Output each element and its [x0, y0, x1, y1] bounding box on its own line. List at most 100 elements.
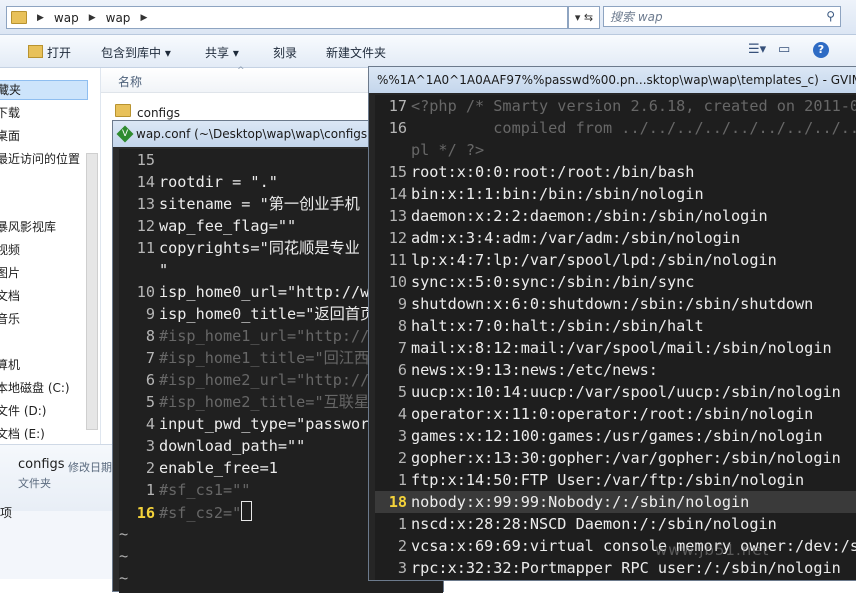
line-text: sitename = "第一创业手机: [159, 195, 360, 213]
open-button[interactable]: 打开: [28, 44, 71, 61]
code-line[interactable]: 5 uucp:x:10:14:uucp:/var/spool/uucp:/sbin…: [375, 381, 856, 403]
code-line[interactable]: 8 halt:x:7:0:halt:/sbin:/sbin/halt: [375, 315, 856, 337]
include-in-library-button[interactable]: 包含到库中 ▾: [101, 44, 171, 61]
code-line[interactable]: 9 shutdown:x:6:0:shutdown:/sbin:/sbin/shu…: [375, 293, 856, 315]
help-icon: ?: [813, 42, 829, 58]
line-number: 12: [388, 229, 407, 247]
code-line[interactable]: 16 compiled from ../../../../../../../..…: [375, 117, 856, 139]
chevron-right-icon[interactable]: ▶: [140, 13, 147, 23]
code-line[interactable]: 14 bin:x:1:1:bin:/bin:/sbin/nologin: [375, 183, 856, 205]
nav-item-drive-e[interactable]: 文档 (E:): [0, 425, 45, 442]
code-line[interactable]: 7 mail:x:8:12:mail:/var/spool/mail:/sbin/…: [375, 337, 856, 359]
line-number: 16: [388, 119, 407, 137]
view-options-icon[interactable]: ☰▾: [748, 42, 766, 57]
code-line[interactable]: 18 nobody:x:99:99:Nobody:/:/sbin/nologin: [375, 491, 856, 513]
nav-scrollbar[interactable]: [86, 153, 98, 430]
column-header-name[interactable]: 名称 ^: [101, 66, 371, 93]
line-number: 1: [145, 481, 155, 499]
nav-item-documents[interactable]: 文档: [0, 287, 20, 304]
line-number: 1: [397, 515, 407, 533]
nav-item-desktop[interactable]: 桌面: [0, 127, 20, 144]
nav-item-videos[interactable]: 视频: [0, 241, 20, 258]
line-number: 2: [145, 459, 155, 477]
line-text: nscd:x:28:28:NSCD Daemon:/:/sbin/nologin: [411, 515, 777, 533]
chevron-right-icon[interactable]: ▶: [37, 13, 44, 23]
line-text: wap_fee_flag="": [159, 217, 297, 235]
line-text: input_pwd_type="password: [159, 415, 379, 433]
refresh-button[interactable]: ▾ ⇆: [568, 6, 600, 29]
code-line[interactable]: 6 news:x:9:13:news:/etc/news:: [375, 359, 856, 381]
new-folder-button[interactable]: 新建文件夹: [326, 44, 386, 61]
code-line[interactable]: 1 nscd:x:28:28:NSCD Daemon:/:/sbin/nologi…: [375, 513, 856, 535]
line-text: operator:x:11:0:operator:/root:/sbin/nol…: [411, 405, 814, 423]
search-input[interactable]: 搜索 wap ⚲: [603, 6, 841, 27]
window-title: wap.conf (~\Desktop\wap\wap\configs: [136, 127, 368, 141]
chevron-right-icon[interactable]: ▶: [89, 13, 96, 23]
line-text: root:x:0:0:root:/root:/bin/bash: [411, 163, 695, 181]
code-line[interactable]: 3 rpc:x:32:32:Portmapper RPC user:/:/sbin…: [375, 557, 856, 579]
preview-pane-icon[interactable]: ▭: [778, 42, 790, 57]
open-icon: [28, 45, 43, 58]
nav-item-drive-c[interactable]: 本地磁盘 (C:): [0, 379, 70, 396]
code-line[interactable]: 2 vcsa:x:69:69:virtual console memory own…: [375, 535, 856, 557]
line-number: 8: [397, 317, 407, 335]
line-number: 3: [397, 559, 407, 577]
file-name: configs: [137, 106, 180, 120]
watermark: www.jb51.net: [655, 541, 770, 559]
nav-item-favorites[interactable]: 藏夹: [0, 80, 88, 100]
refresh-icon[interactable]: ⇆: [584, 11, 593, 24]
gvim-window-passwd[interactable]: %%1A^1A0^1A0AAF97%%passwd%00.pn...sktop\…: [368, 66, 856, 581]
breadcrumb-item[interactable]: wap: [106, 11, 131, 25]
line-number: 4: [145, 415, 155, 433]
line-text: ~: [119, 547, 129, 565]
code-line[interactable]: 15 root:x:0:0:root:/root:/bin/bash: [375, 161, 856, 183]
nav-item-recent[interactable]: 最近访问的位置: [0, 150, 80, 167]
line-number: 11: [388, 251, 407, 269]
breadcrumb-item[interactable]: wap: [54, 11, 79, 25]
line-number: 11: [136, 239, 155, 257]
line-text: #isp_home2_url="http://: [159, 371, 370, 389]
line-text: #isp_home2_title="互联星: [159, 393, 370, 411]
nav-item-storm-library[interactable]: 暴风影视库: [0, 218, 56, 235]
nav-item-downloads[interactable]: 下载: [0, 104, 20, 121]
code-line[interactable]: 11 lp:x:4:7:lp:/var/spool/lpd:/sbin/nolog…: [375, 249, 856, 271]
line-number: 15: [136, 151, 155, 169]
dropdown-arrow-icon[interactable]: ▾: [575, 11, 581, 24]
line-text: pl */ ?>: [411, 141, 485, 159]
code-line[interactable]: 10 sync:x:5:0:sync:/sbin:/bin/sync: [375, 271, 856, 293]
line-text: news:x:9:13:news:/etc/news:: [411, 361, 658, 379]
line-number: 2: [397, 449, 407, 467]
code-line[interactable]: 3 games:x:12:100:games:/usr/games:/sbin/n…: [375, 425, 856, 447]
line-number: 9: [397, 295, 407, 313]
line-number: 12: [136, 217, 155, 235]
nav-item-computer[interactable]: 算机: [0, 356, 20, 373]
code-line[interactable]: 2 gopher:x:13:30:gopher:/var/gopher:/sbin…: [375, 447, 856, 469]
code-line[interactable]: pl */ ?>: [375, 139, 856, 161]
line-text: #sf_cs2=": [159, 504, 242, 522]
help-button[interactable]: ?: [813, 42, 829, 58]
list-item[interactable]: configs: [115, 104, 180, 120]
burn-button[interactable]: 刻录: [273, 44, 297, 61]
line-number: 3: [145, 437, 155, 455]
code-line[interactable]: 12 adm:x:3:4:adm:/var/adm:/sbin/nologin: [375, 227, 856, 249]
folder-icon: [11, 11, 27, 24]
details-meta: 修改日期: [68, 461, 112, 474]
nav-item-pictures[interactable]: 图片: [0, 264, 20, 281]
nav-item-drive-d[interactable]: 文件 (D:): [0, 402, 46, 419]
breadcrumb[interactable]: ▶ wap ▶ wap ▶: [6, 6, 568, 29]
code-line[interactable]: 17 <?php /* Smarty version 2.6.18, create…: [375, 95, 856, 117]
window-title-bar[interactable]: %%1A^1A0^1A0AAF97%%passwd%00.pn...sktop\…: [369, 67, 856, 93]
window-title: %%1A^1A0^1A0AAF97%%passwd%00.pn...sktop\…: [377, 73, 856, 87]
share-button[interactable]: 共享 ▾: [205, 44, 239, 61]
text-cursor: [241, 501, 253, 521]
search-icon[interactable]: ⚲: [826, 9, 835, 23]
code-line[interactable]: 13 daemon:x:2:2:daemon:/sbin:/sbin/nologi…: [375, 205, 856, 227]
line-text: compiled from ../../../../../../../../..…: [411, 119, 856, 137]
line-text: rpc:x:32:32:Portmapper RPC user:/:/sbin/…: [411, 559, 841, 577]
code-line[interactable]: 1 ftp:x:14:50:FTP User:/var/ftp:/sbin/nol…: [375, 469, 856, 491]
line-number: 10: [388, 273, 407, 291]
editor-buffer[interactable]: 17 <?php /* Smarty version 2.6.18, create…: [375, 95, 856, 580]
nav-item-music[interactable]: 音乐: [0, 310, 20, 327]
line-text: download_path="": [159, 437, 306, 455]
code-line[interactable]: 4 operator:x:11:0:operator:/root:/sbin/no…: [375, 403, 856, 425]
